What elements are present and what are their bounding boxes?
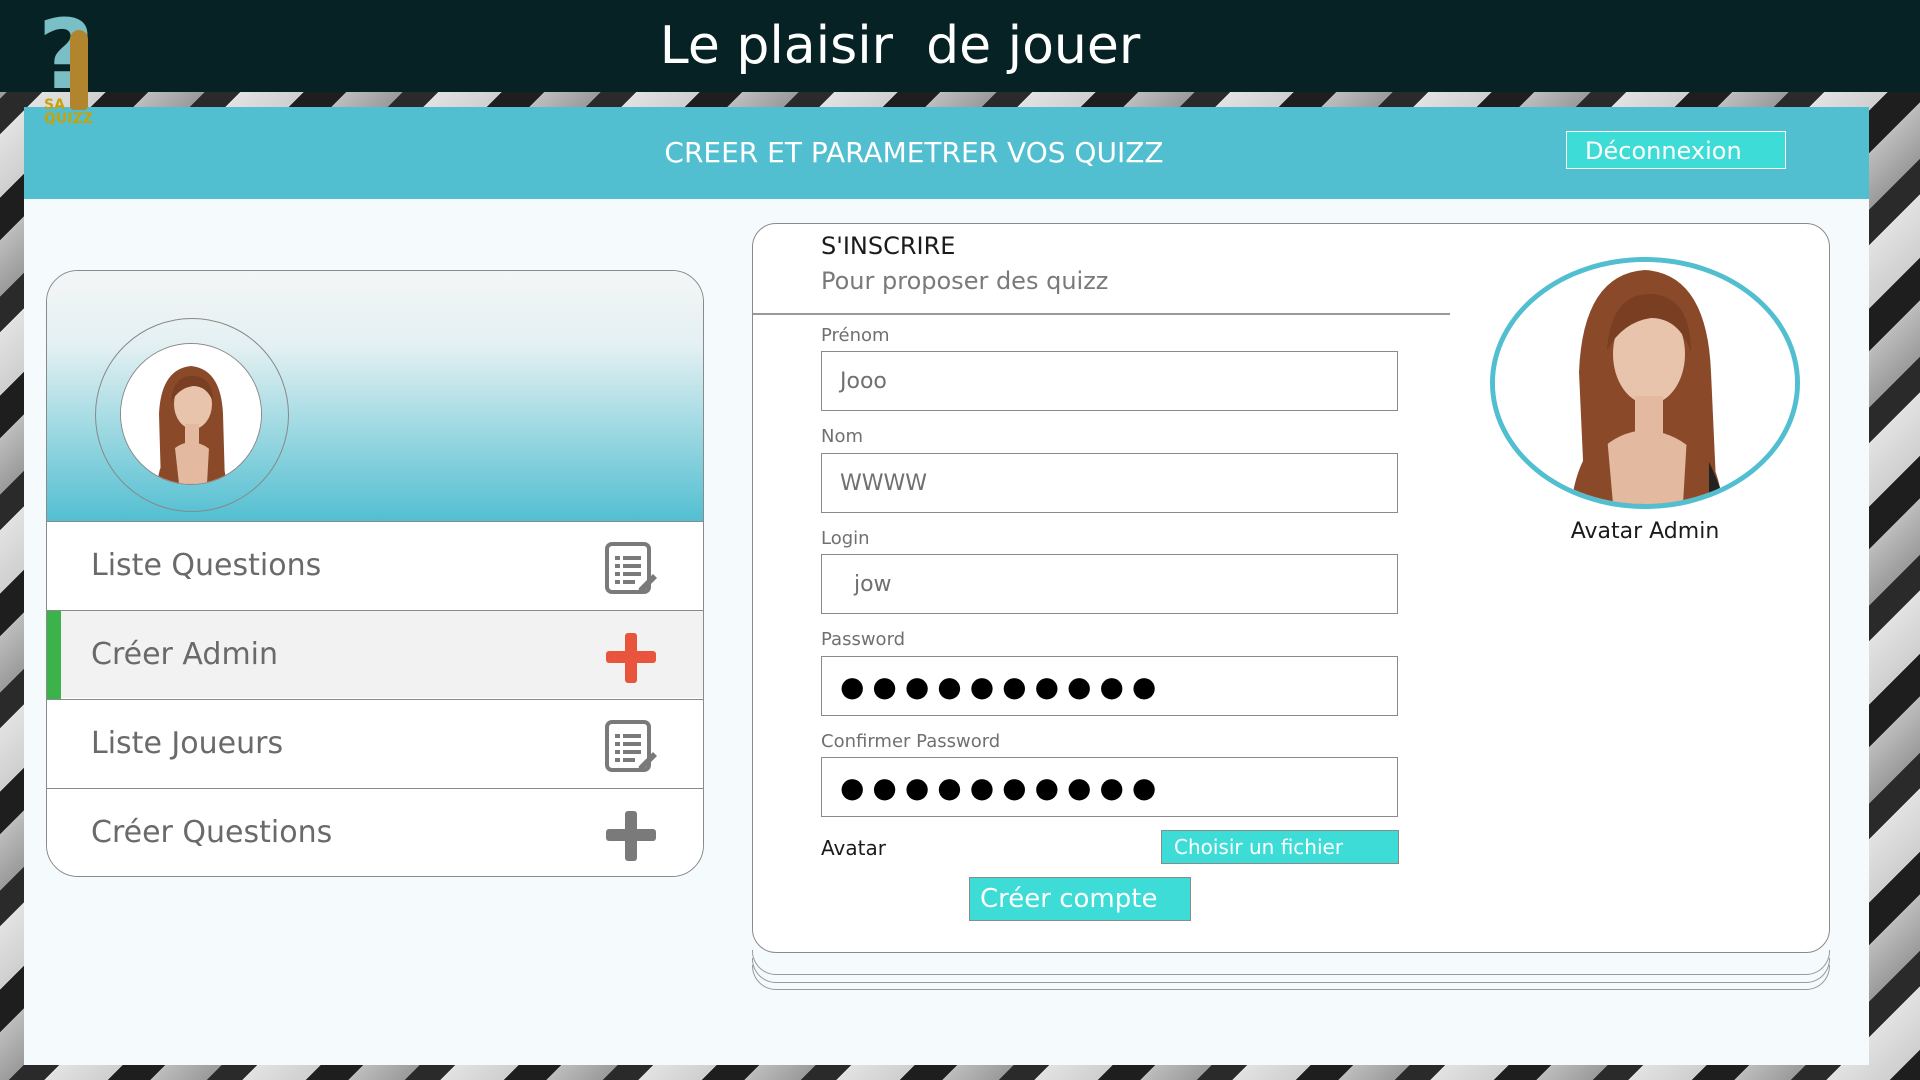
sidebar-item-liste-joueurs[interactable]: Liste Joueurs: [47, 699, 703, 787]
avatar-field-label: Avatar: [821, 836, 886, 860]
avatar-caption: Avatar Admin: [1570, 519, 1720, 544]
signup-form-card: S'INSCRIRE Pour proposer des quizz Préno…: [752, 223, 1830, 953]
logout-button[interactable]: Déconnexion: [1566, 131, 1786, 169]
profile-avatar: [120, 343, 262, 485]
page-header-title: CREER ET PARAMETRER VOS QUIZZ: [664, 136, 1164, 169]
sidebar-item-label: Créer Questions: [91, 815, 333, 850]
list-edit-icon: [603, 720, 659, 772]
avatar-preview: [1490, 257, 1800, 509]
choose-file-button[interactable]: Choisir un fichier: [1161, 830, 1399, 864]
stack-edge: [752, 965, 1830, 990]
sidebar-item-label: Créer Admin: [91, 637, 279, 672]
nom-label: Nom: [821, 426, 864, 447]
person-photo-icon: [1495, 262, 1795, 504]
header-band: CREER ET PARAMETRER VOS QUIZZ Déconnexio…: [24, 107, 1869, 199]
profile-header: [47, 271, 703, 521]
app-topbar: Le plaisir de jouer: [0, 0, 1920, 92]
create-account-button[interactable]: Créer compte: [969, 877, 1191, 921]
app-logo: ? SA QUIZZ: [38, 0, 104, 127]
prenom-field[interactable]: Jooo: [821, 351, 1398, 411]
plus-icon: [603, 809, 659, 861]
sidebar-item-creer-questions[interactable]: Créer Questions: [47, 788, 703, 876]
person-photo-icon: [121, 344, 261, 484]
confirm-password-field[interactable]: ●●●●●●●●●●: [821, 757, 1398, 817]
prenom-label: Prénom: [821, 325, 890, 346]
sidebar-item-label: Liste Questions: [91, 548, 322, 583]
main-window: CREER ET PARAMETRER VOS QUIZZ Déconnexio…: [24, 107, 1869, 1065]
sidebar-item-label: Liste Joueurs: [91, 726, 284, 761]
form-subtitle: Pour proposer des quizz: [821, 267, 1109, 295]
login-field[interactable]: jow: [821, 554, 1398, 614]
sidebar-card: Liste Questions Créer Admin Liste Joueur…: [46, 270, 704, 877]
password-field[interactable]: ●●●●●●●●●●: [821, 656, 1398, 716]
active-indicator: [47, 611, 61, 699]
login-label: Login: [821, 528, 870, 549]
sidebar-item-liste-questions[interactable]: Liste Questions: [47, 521, 703, 609]
app-title: Le plaisir de jouer: [659, 16, 1141, 76]
plus-icon: [603, 631, 659, 683]
list-edit-icon: [603, 542, 659, 594]
password-label: Password: [821, 629, 906, 650]
nom-field[interactable]: WWWW: [821, 453, 1398, 513]
sidebar-item-creer-admin[interactable]: Créer Admin: [47, 610, 703, 699]
confirm-password-label: Confirmer Password: [821, 731, 1001, 752]
logo-text: SA QUIZZ: [44, 97, 93, 127]
form-divider: [753, 313, 1450, 315]
form-title: S'INSCRIRE: [821, 232, 956, 260]
